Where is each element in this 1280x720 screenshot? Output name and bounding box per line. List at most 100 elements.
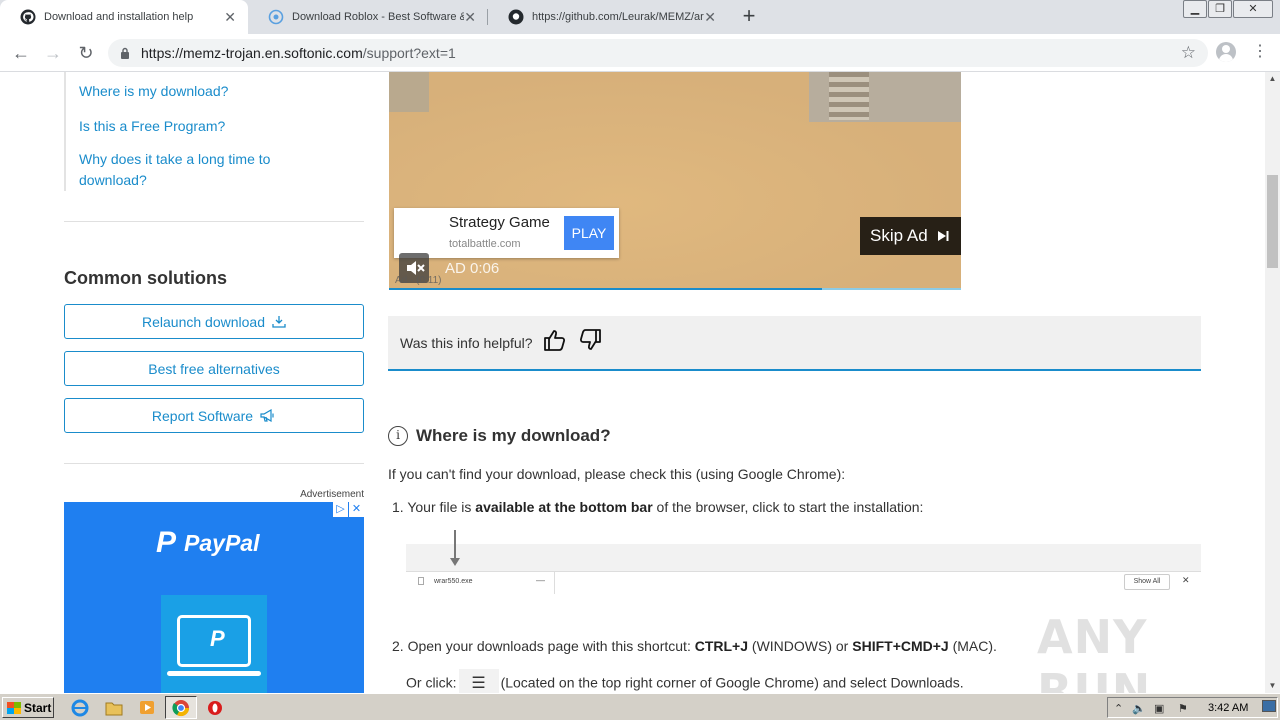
heading-text: Where is my download? (416, 426, 611, 445)
ad-timer: AD 0:06 (445, 260, 500, 277)
skip-ad-button[interactable]: Skip Ad (860, 217, 961, 255)
paypal-p-icon: P (210, 626, 225, 651)
scroll-down-icon[interactable]: ▼ (1265, 679, 1280, 693)
show-desktop-icon[interactable] (1262, 700, 1276, 712)
chrome-icon (172, 700, 190, 717)
ad-progress-bar (389, 288, 822, 290)
reload-icon[interactable]: ↻ (74, 41, 98, 65)
media-player-icon[interactable] (137, 698, 157, 717)
adchoices-icons[interactable]: ▷ ✕ (332, 502, 364, 517)
laptop-screen: P (177, 615, 251, 667)
url-path: /support?ext=1 (362, 45, 456, 61)
url-host: https://memz-trojan.en.softonic.com (141, 45, 363, 61)
feedback-question: Was this info helpful? (400, 335, 533, 351)
faq-link-free-program[interactable]: Is this a Free Program? (66, 116, 364, 137)
back-icon[interactable]: ← (9, 41, 33, 65)
close-tab-icon[interactable]: ✕ (224, 9, 236, 25)
windows-taskbar: Start ⌃ 🔈 ▣ ⚑ 3:42 AM (0, 693, 1280, 720)
close-window-button[interactable]: ✕ (1233, 0, 1273, 18)
step-3-text: Or click: (406, 674, 457, 691)
paypal-ad-banner[interactable]: ▷ ✕ P PayPal P (64, 502, 364, 693)
report-software-label: Report Software (151, 407, 254, 424)
faq-link-where-download[interactable]: Where is my download? (66, 81, 364, 102)
skip-ad-label: Skip Ad (870, 226, 928, 245)
action-center-flag-icon[interactable]: ⚑ (1178, 702, 1188, 715)
anyrun-watermark: ANY RUN (1037, 610, 1152, 693)
network-icon[interactable]: ▣ (1154, 702, 1164, 715)
page-scrollbar[interactable]: ▲ ▼ (1265, 72, 1280, 693)
paypal-logo: P PayPal (156, 526, 259, 560)
tab-strip: Download and installation help ✕ Downloa… (0, 0, 1280, 34)
intro-text: If you can't find your download, please … (388, 466, 846, 482)
opera-icon[interactable] (205, 698, 225, 717)
download-strip (406, 571, 1201, 594)
start-label: Start (24, 700, 52, 715)
adchoices-icon[interactable]: ▷ (333, 502, 348, 517)
screen: Download and installation help ✕ Downloa… (0, 0, 1280, 720)
clock[interactable]: 3:42 AM (1208, 702, 1248, 714)
chrome-taskbar-button[interactable] (165, 696, 197, 719)
profile-avatar-icon[interactable] (1216, 42, 1236, 62)
best-free-alternatives-button[interactable]: Best free alternatives (64, 351, 364, 386)
relaunch-download-button[interactable]: Relaunch download (64, 304, 364, 339)
show-all-button: Show All (1124, 574, 1170, 590)
close-tab-icon[interactable]: ✕ (464, 9, 476, 25)
where-download-heading: i Where is my download? (388, 426, 611, 446)
tab-title: https://github.com/Leurak/MEMZ/ar (532, 11, 704, 23)
tab-roblox[interactable]: Download Roblox - Best Software & ✕ (248, 0, 488, 34)
tray-expand-icon[interactable]: ⌃ (1114, 702, 1123, 715)
tab-github-memz[interactable]: https://github.com/Leurak/MEMZ/ar ✕ (488, 0, 728, 34)
scrollbar-thumb[interactable] (1267, 175, 1278, 268)
forward-icon[interactable]: → (41, 41, 65, 65)
promo-play-button[interactable]: PLAY (564, 216, 614, 250)
step-2-text: (MAC). (948, 638, 997, 654)
bookmark-star-icon[interactable]: ☆ (1181, 43, 1196, 63)
ad-close-icon[interactable]: ✕ (349, 502, 364, 517)
github-icon (20, 9, 36, 25)
step-1-bold: available at the bottom bar (475, 499, 653, 515)
close-icon: ✕ (1182, 575, 1190, 585)
download-icon (272, 316, 286, 328)
info-icon: i (388, 426, 408, 446)
tab-download-help[interactable]: Download and installation help ✕ (0, 0, 248, 34)
new-tab-button[interactable]: + (737, 4, 761, 28)
promo-domain: totalbattle.com (449, 238, 521, 250)
megaphone-icon (260, 409, 274, 422)
step-3: Or click: ☰ (Located on the top right corn… (406, 669, 964, 693)
divider (554, 571, 555, 594)
divider (64, 463, 364, 464)
report-software-button[interactable]: Report Software (64, 398, 364, 433)
windows-logo-icon (7, 701, 21, 714)
lock-icon (121, 47, 129, 59)
browser-toolbar: ← → ↻ https://memz-trojan.en.softonic.co… (0, 34, 1280, 72)
ad-duration: Ad · (0:11) (395, 275, 442, 286)
close-tab-icon[interactable]: ✕ (704, 9, 716, 25)
volume-icon[interactable]: 🔈 (1132, 702, 1146, 715)
video-scenery (829, 72, 869, 120)
scroll-up-icon[interactable]: ▲ (1265, 72, 1280, 86)
step-1: 1. Your file is available at the bottom … (392, 499, 923, 515)
thumbs-down-icon[interactable] (578, 328, 602, 352)
tab-title: Download and installation help (44, 11, 194, 23)
skip-next-icon (937, 231, 949, 241)
laptop-base (167, 671, 261, 676)
tab-title: Download Roblox - Best Software & (292, 11, 464, 23)
best-free-alternatives-label: Best free alternatives (148, 360, 280, 377)
restore-button[interactable]: ❐ (1208, 0, 1232, 18)
thumbs-up-icon[interactable] (543, 328, 567, 352)
ad-promo-card[interactable]: Strategy Game totalbattle.com PLAY (394, 208, 619, 258)
laptop-illustration: P (161, 595, 267, 693)
faq-link-long-time[interactable]: Why does it take a long time to download… (66, 149, 286, 191)
download-filename: wrar550.exe (434, 578, 473, 585)
chrome-menu-icon[interactable]: ⋮ (1252, 43, 1268, 61)
internet-explorer-icon[interactable] (70, 698, 90, 717)
folder-icon[interactable] (104, 698, 124, 717)
start-button[interactable]: Start (2, 697, 54, 718)
hamburger-menu-icon: ☰ (458, 669, 499, 693)
video-ad-player[interactable]: Strategy Game totalbattle.com PLAY AD 0:… (389, 72, 961, 290)
step-1-text: 1. Your file is (392, 499, 476, 515)
softonic-icon (268, 9, 284, 25)
step-2-text: (WINDOWS) or (748, 638, 853, 654)
minimize-button[interactable]: ▁ (1183, 0, 1207, 18)
address-bar[interactable]: https://memz-trojan.en.softonic.com/supp… (108, 39, 1208, 67)
